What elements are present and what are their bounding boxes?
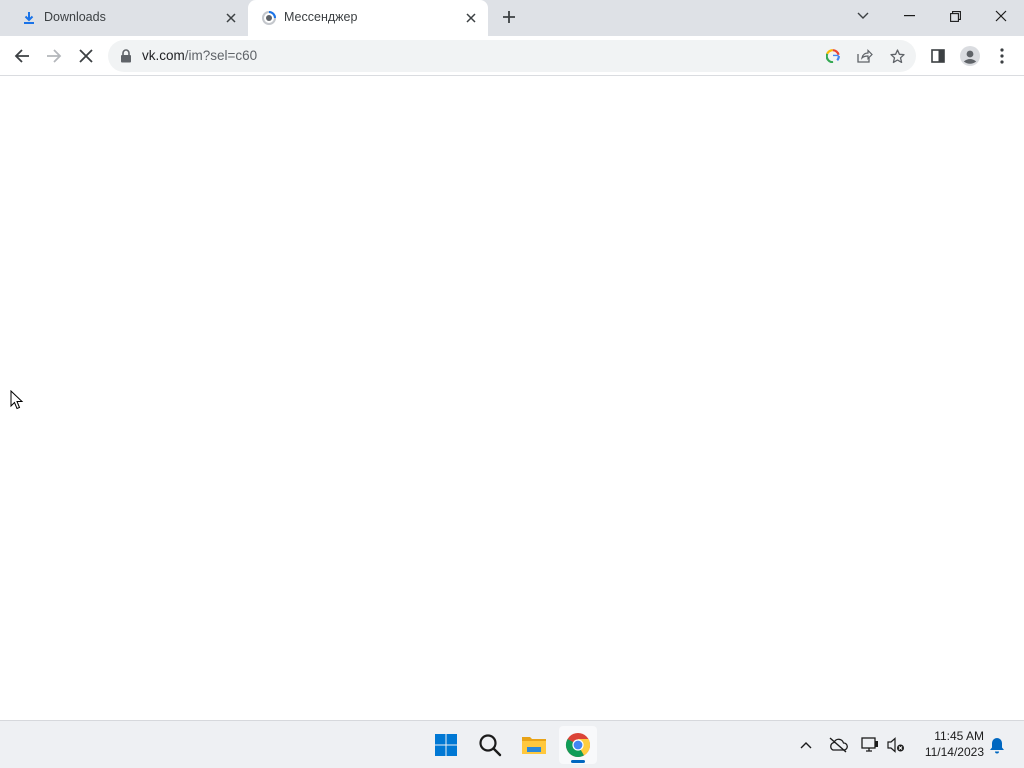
new-tab-button[interactable] [498, 6, 520, 28]
volume-muted-icon[interactable] [884, 733, 908, 757]
tab-search-button[interactable] [840, 0, 886, 32]
address-bar[interactable]: vk.com/im?sel=c60 [108, 40, 916, 72]
tab-label: Мессенджер [284, 10, 358, 24]
start-icon[interactable] [427, 726, 465, 764]
url-path: /im?sel=c60 [184, 48, 258, 63]
side-panel-button[interactable] [924, 42, 952, 70]
clock[interactable]: 11:45 AM 11/14/2023 [914, 728, 984, 760]
download-icon [20, 9, 38, 27]
google-lens-icon[interactable] [822, 45, 844, 67]
vk-loading-icon [260, 9, 278, 27]
more-menu-button[interactable] [988, 42, 1016, 70]
tab-strip: Downloads Мессенджер [0, 0, 1024, 36]
file-explorer-icon[interactable] [515, 726, 553, 764]
close-icon[interactable] [222, 9, 240, 27]
tab-label: Downloads [44, 10, 106, 24]
onedrive-offline-icon[interactable] [826, 733, 850, 757]
back-button[interactable] [8, 42, 36, 70]
browser-toolbar: vk.com/im?sel=c60 [0, 36, 1024, 76]
page-content [0, 77, 1024, 720]
lock-icon[interactable] [120, 49, 132, 63]
close-icon[interactable] [462, 9, 480, 27]
restore-button[interactable] [932, 0, 978, 32]
tab-downloads[interactable]: Downloads [8, 0, 248, 36]
network-icon[interactable] [858, 733, 882, 757]
profile-avatar-button[interactable] [956, 42, 984, 70]
taskbar: 11:45 AM 11/14/2023 [0, 720, 1024, 768]
share-icon[interactable] [854, 45, 876, 67]
chrome-icon[interactable] [559, 726, 597, 764]
forward-button[interactable] [40, 42, 68, 70]
url-text[interactable]: vk.com/im?sel=c60 [142, 48, 257, 63]
search-icon[interactable] [471, 726, 509, 764]
clock-date: 11/14/2023 [924, 745, 984, 759]
mouse-cursor-icon [10, 389, 24, 415]
minimize-button[interactable] [886, 0, 932, 32]
clock-time: 11:45 AM [934, 729, 984, 743]
close-window-button[interactable] [978, 0, 1024, 32]
chevron-up-icon[interactable] [794, 733, 818, 757]
url-domain: vk.com [142, 48, 185, 63]
stop-loading-button[interactable] [72, 42, 100, 70]
tab-messenger[interactable]: Мессенджер [248, 0, 488, 36]
notification-bell-icon[interactable] [985, 733, 1009, 757]
bookmark-star-icon[interactable] [886, 45, 908, 67]
running-indicator [571, 760, 585, 763]
